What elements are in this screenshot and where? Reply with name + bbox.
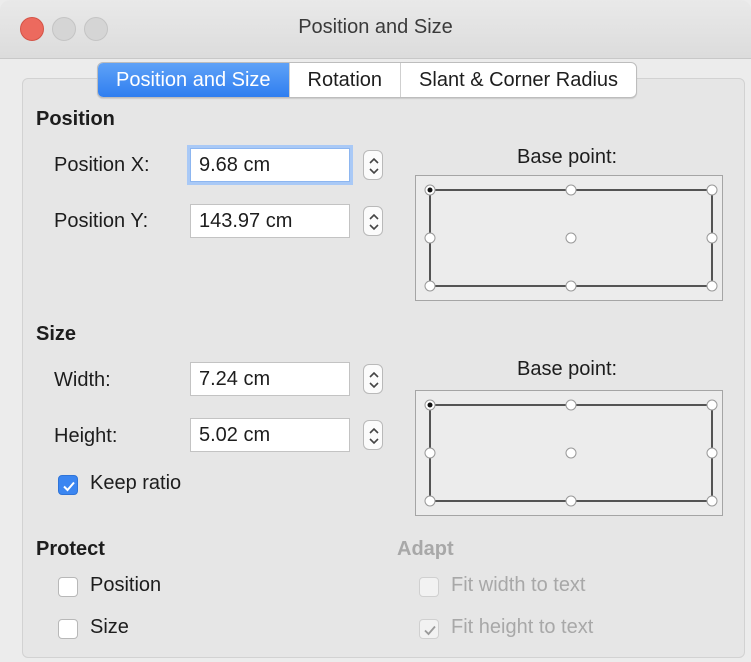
fit-width-label: Fit width to text [451, 574, 586, 596]
size-section-title: Size [36, 323, 77, 345]
size-base-point-selector[interactable] [415, 390, 723, 516]
position-x-label: Position X: [54, 154, 150, 176]
width-label: Width: [54, 369, 111, 391]
stepper-arrows-icon [369, 371, 379, 389]
position-y-field[interactable]: 143.97 cm [190, 204, 350, 238]
width-stepper[interactable] [363, 364, 383, 394]
position-base-point-label: Base point: [517, 146, 618, 168]
tab-slant-corner-radius[interactable]: Slant & Corner Radius [400, 63, 636, 97]
height-field[interactable]: 5.02 cm [190, 418, 350, 452]
fit-height-label: Fit height to text [451, 616, 594, 638]
position-base-point-selector[interactable] [415, 175, 723, 301]
checkmark-icon [424, 625, 436, 636]
tab-position-and-size[interactable]: Position and Size [98, 63, 289, 97]
protect-size-label: Size [90, 616, 129, 638]
tab-bar: Position and Size Rotation Slant & Corne… [97, 62, 638, 98]
base-point-grid-icon [424, 184, 718, 292]
title-bar: Position and Size [0, 0, 751, 59]
protect-position-label: Position [90, 574, 162, 596]
height-label: Height: [54, 425, 118, 447]
protect-size-checkbox[interactable] [58, 619, 78, 639]
keep-ratio-checkbox[interactable] [58, 475, 78, 495]
position-y-stepper[interactable] [363, 206, 383, 236]
width-field[interactable]: 7.24 cm [190, 362, 350, 396]
checkmark-icon [63, 481, 75, 492]
position-x-stepper[interactable] [363, 150, 383, 180]
size-base-point-label: Base point: [517, 358, 618, 380]
height-stepper[interactable] [363, 420, 383, 450]
adapt-section-title: Adapt [397, 538, 454, 560]
stepper-arrows-icon [369, 427, 379, 445]
stepper-arrows-icon [369, 213, 379, 231]
fit-height-checkbox[interactable] [419, 619, 439, 639]
base-point-grid-icon [424, 399, 718, 507]
protect-position-checkbox[interactable] [58, 577, 78, 597]
fit-width-checkbox[interactable] [419, 577, 439, 597]
window-title: Position and Size [298, 16, 453, 38]
protect-section-title: Protect [36, 538, 105, 560]
stepper-arrows-icon [369, 157, 379, 175]
position-section-title: Position [36, 108, 115, 130]
tab-rotation[interactable]: Rotation [288, 63, 401, 97]
position-y-label: Position Y: [54, 210, 149, 232]
keep-ratio-label: Keep ratio [90, 472, 182, 494]
position-x-field[interactable]: 9.68 cm [190, 148, 350, 182]
